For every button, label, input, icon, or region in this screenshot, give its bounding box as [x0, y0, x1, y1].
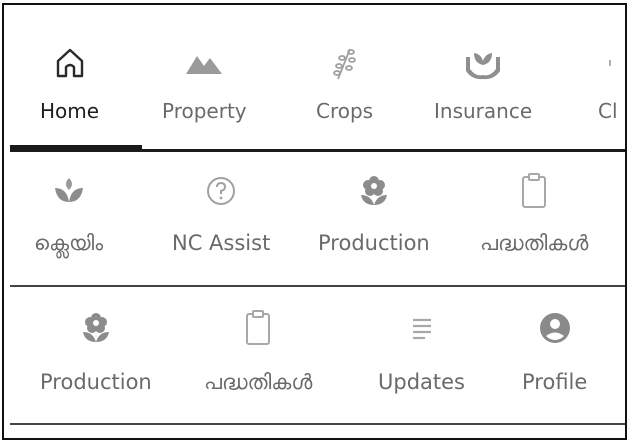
account-circle-icon [537, 308, 573, 348]
nav-label-claim-ml: ക്ലെയിം [34, 231, 104, 255]
nav-item-crops[interactable]: Crops [316, 43, 373, 123]
bottom-navigation-stack: Home Property Crops Insurance Cl ക്ലെയിം… [2, 3, 627, 440]
nav-label-production: Production [318, 231, 430, 255]
nav-item-profile[interactable]: Profile [522, 308, 587, 394]
nav-item-claim-partial[interactable]: Cl [598, 43, 618, 123]
nav-label-home: Home [40, 99, 100, 123]
divider [10, 423, 625, 425]
nav-item-production[interactable]: Production [40, 308, 152, 394]
home-icon [53, 43, 87, 83]
nav-row-middle: ക്ലെയിം NC Assist Production പദ്ധതികൾ [4, 153, 625, 287]
crop-plant-icon [330, 43, 360, 83]
nav-label-production: Production [40, 370, 152, 394]
nav-label-schemes: പദ്ധതികൾ [204, 370, 313, 394]
nav-item-schemes[interactable]: പദ്ധതികൾ [204, 308, 312, 395]
flower-icon [357, 171, 391, 211]
nav-item-claim-ml[interactable]: ക്ലെയിം [34, 171, 103, 256]
insurance-hands-plant-icon [462, 43, 504, 83]
nav-label-insurance: Insurance [434, 99, 533, 123]
nav-label-schemes: പദ്ധതികൾ [480, 231, 589, 255]
nav-label-crops: Crops [316, 99, 374, 123]
nav-item-schemes[interactable]: പദ്ധതികൾ [480, 171, 588, 256]
nav-label-nc-assist: NC Assist [172, 231, 271, 255]
nav-item-nc-assist[interactable]: NC Assist [172, 171, 270, 255]
clipboard-icon [519, 171, 549, 211]
nav-row-top: Home Property Crops Insurance Cl [4, 5, 625, 151]
nav-item-updates[interactable]: Updates [378, 308, 465, 394]
nav-label-property: Property [162, 99, 247, 123]
divider [10, 285, 625, 287]
nav-label-claim: Cl [598, 99, 618, 123]
claim-icon [603, 43, 613, 83]
list-lines-icon [407, 308, 437, 348]
clipboard-icon [243, 308, 273, 348]
nav-label-updates: Updates [378, 370, 465, 394]
flower-icon [79, 308, 113, 348]
help-circle-icon [204, 171, 238, 211]
divider [10, 149, 625, 152]
nav-label-profile: Profile [522, 370, 588, 394]
mountains-icon [184, 43, 224, 83]
nav-item-property[interactable]: Property [162, 43, 247, 123]
nav-item-home[interactable]: Home [40, 43, 99, 123]
nav-row-bottom: Production പദ്ധതികൾ Updates Profile [4, 290, 625, 424]
sprout-icon [51, 171, 87, 211]
nav-item-insurance[interactable]: Insurance [434, 43, 532, 123]
nav-item-production[interactable]: Production [318, 171, 430, 255]
